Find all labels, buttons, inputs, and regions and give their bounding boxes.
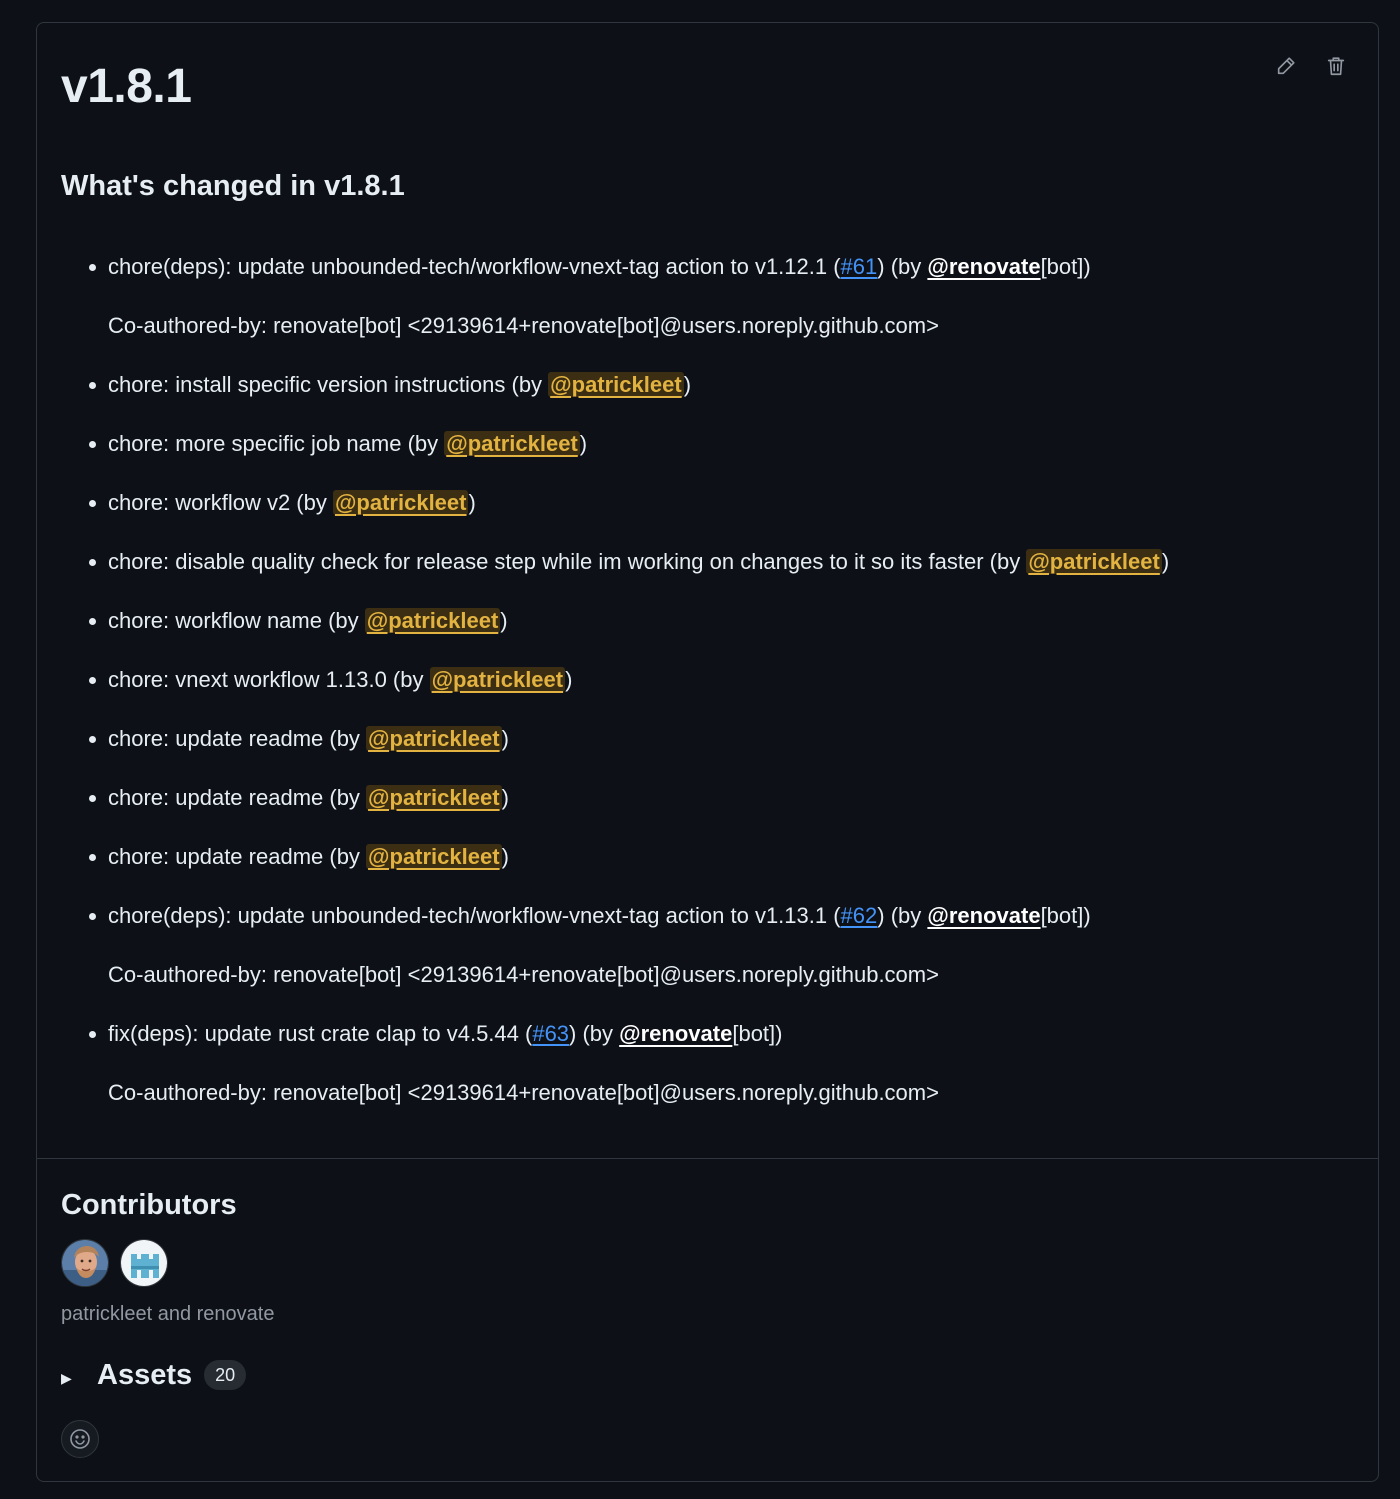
change-text: chore: disable quality check for release…: [108, 549, 1027, 574]
change-text: chore: update readme (by: [108, 844, 367, 869]
assets-label: Assets: [97, 1359, 193, 1391]
change-text: fix(deps): update rust crate clap to v4.…: [108, 1021, 533, 1046]
user-mention-link[interactable]: @patrickleet: [1026, 549, 1162, 574]
user-mention-link[interactable]: @patrickleet: [364, 608, 501, 633]
user-link[interactable]: @renovate: [927, 903, 1040, 928]
assets-count-badge: 20: [204, 1360, 247, 1390]
change-text-tail: ): [1161, 549, 1170, 574]
change-item: chore: update readme (by @patrickleet): [89, 835, 1358, 879]
change-text-tail: ): [579, 431, 588, 456]
change-item: chore: more specific job name (by @patri…: [89, 422, 1358, 466]
change-text-tail: [bot]): [732, 1021, 783, 1046]
change-item: chore(deps): update unbounded-tech/workf…: [89, 894, 1358, 997]
change-text-mid: ) (by: [877, 254, 928, 279]
change-text: chore: workflow v2 (by: [108, 490, 333, 515]
change-item: chore: vnext workflow 1.13.0 (by @patric…: [89, 658, 1358, 702]
changes-list: chore(deps): update unbounded-tech/workf…: [89, 245, 1358, 1130]
change-text: chore(deps): update unbounded-tech/workf…: [108, 903, 841, 928]
changes-heading: What's changed in v1.8.1: [61, 170, 405, 202]
issue-link[interactable]: #62: [841, 903, 878, 928]
change-text-mid: ) (by: [569, 1021, 620, 1046]
change-text: chore: update readme (by: [108, 726, 367, 751]
release-title: v1.8.1: [61, 60, 192, 113]
user-mention-link[interactable]: @patrickleet: [366, 844, 502, 869]
co-authored-by-line: Co-authored-by: renovate[bot] <29139614+…: [108, 962, 939, 987]
change-text-tail: ): [468, 490, 476, 515]
issue-link[interactable]: #63: [532, 1021, 569, 1046]
user-mention-link[interactable]: @patrickleet: [366, 785, 502, 810]
contributor-names: patrickleet and renovate: [61, 1303, 275, 1325]
user-mention-link[interactable]: @patrickleet: [444, 431, 580, 456]
change-text-tail: ): [501, 785, 509, 810]
change-text-tail: ): [501, 726, 509, 751]
change-text-tail: ): [683, 372, 692, 397]
change-item: chore: disable quality check for release…: [89, 540, 1358, 584]
change-text: chore: workflow name (by: [108, 608, 365, 633]
change-text-tail: ): [500, 608, 508, 633]
change-text: chore: vnext workflow 1.13.0 (by: [108, 667, 430, 692]
triangle-right-icon: ▶: [61, 1369, 72, 1386]
change-text-mid: ) (by: [877, 903, 928, 928]
pencil-icon: [1277, 57, 1295, 75]
change-text: chore: more specific job name (by: [108, 431, 445, 456]
contributor-avatars: [61, 1239, 168, 1287]
co-authored-by-line: Co-authored-by: renovate[bot] <29139614+…: [108, 1080, 939, 1105]
change-item: chore: workflow v2 (by @patrickleet): [89, 481, 1358, 525]
contributors-heading: Contributors: [61, 1189, 237, 1221]
change-text-tail: [bot]): [1040, 254, 1091, 279]
co-authored-by-line: Co-authored-by: renovate[bot] <29139614+…: [108, 313, 939, 338]
user-link[interactable]: @renovate: [927, 254, 1040, 279]
user-mention-link[interactable]: @patrickleet: [366, 726, 502, 751]
issue-link[interactable]: #61: [841, 254, 878, 279]
add-reaction-button[interactable]: [61, 1420, 99, 1458]
user-mention-link[interactable]: @patrickleet: [429, 667, 566, 692]
renovate-avatar[interactable]: [120, 1239, 168, 1287]
release-card: v1.8.1 What's changed in v1.8.1 chore(de…: [36, 22, 1379, 1482]
change-item: chore: update readme (by @patrickleet): [89, 717, 1358, 761]
assets-toggle[interactable]: ▶ Assets 20: [61, 1357, 247, 1393]
section-divider: [37, 1158, 1378, 1159]
release-body: v1.8.1 What's changed in v1.8.1 chore(de…: [37, 23, 1378, 1158]
user-mention-link[interactable]: @patrickleet: [332, 490, 469, 515]
user-link[interactable]: @renovate: [619, 1021, 732, 1046]
change-item: chore: install specific version instruct…: [89, 363, 1358, 407]
smiley-icon: [70, 1429, 90, 1449]
edit-button[interactable]: [1274, 53, 1298, 79]
change-text: chore: install specific version instruct…: [108, 372, 549, 397]
change-item: chore(deps): update unbounded-tech/workf…: [89, 245, 1358, 348]
change-item: fix(deps): update rust crate clap to v4.…: [89, 1012, 1358, 1115]
release-actions: [1274, 53, 1348, 79]
change-text-tail: ): [501, 844, 509, 869]
change-text-tail: [bot]): [1040, 903, 1091, 928]
trash-icon: [1327, 57, 1345, 76]
patrickleet-avatar[interactable]: [61, 1239, 109, 1287]
user-mention-link[interactable]: @patrickleet: [548, 372, 684, 397]
change-text-tail: ): [565, 667, 573, 692]
delete-button[interactable]: [1324, 53, 1348, 79]
change-item: chore: update readme (by @patrickleet): [89, 776, 1358, 820]
change-text: chore(deps): update unbounded-tech/workf…: [108, 254, 841, 279]
change-item: chore: workflow name (by @patrickleet): [89, 599, 1358, 643]
change-text: chore: update readme (by: [108, 785, 367, 810]
